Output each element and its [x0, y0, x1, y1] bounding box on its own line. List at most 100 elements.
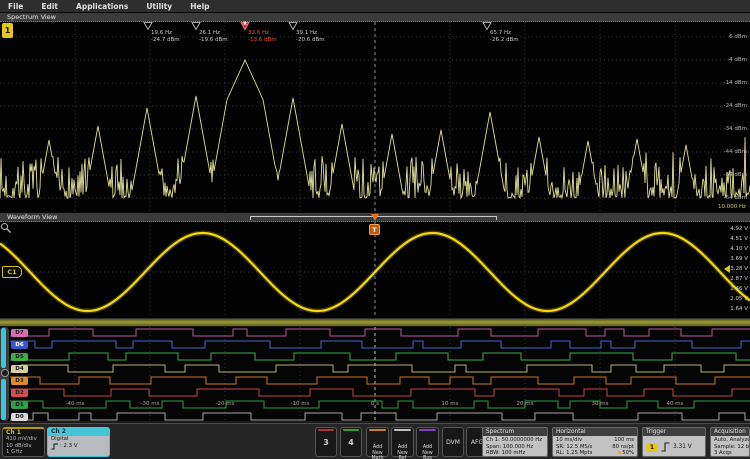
- time-axis-label: 30 ms: [585, 401, 615, 407]
- spectrum-marker-tag: R: [240, 22, 250, 27]
- ch1-bandwidth: 1 GHz: [6, 449, 41, 456]
- acquisition-sample-bits: Sample: 12 bits: [714, 444, 746, 451]
- spectrum-scale-label: 10.000 Hz: [718, 204, 746, 210]
- menu-edit[interactable]: Edit: [32, 2, 67, 11]
- menu-help[interactable]: Help: [181, 2, 218, 11]
- add-new-bus-label: Add New Bus: [422, 445, 432, 459]
- add-new-ref-button[interactable]: Add New Ref: [391, 427, 414, 457]
- waveform-y-axis-label: 3.69 V: [714, 256, 748, 262]
- trigger-panel-title: Trigger: [643, 428, 705, 436]
- horizontal-sample-rate: SR: 12.5 MS/s: [556, 444, 592, 451]
- menu-applications[interactable]: Applications: [67, 2, 137, 11]
- waveform-y-axis-label: 4.51 V: [714, 236, 748, 242]
- digital-plot[interactable]: D7D6D5D4D3D2D1D0-40 ms-30 ms-20 ms-10 ms…: [0, 327, 750, 421]
- threshold-icon: [51, 443, 59, 450]
- view-separator-bar[interactable]: [0, 318, 750, 327]
- waveform-y-axis-label: 2.05 V: [714, 296, 748, 302]
- time-axis-label: -20 ms: [210, 401, 240, 407]
- spectrum-y-axis-label: -44 dBm: [705, 149, 747, 155]
- waveform-plot[interactable]: T C1 4.92 V4.51 V4.10 V3.69 V3.28 V2.87 …: [0, 222, 750, 318]
- digital-channel-badge-d3[interactable]: D3: [11, 377, 28, 385]
- spectrum-y-axis-label: -14 dBm: [705, 80, 747, 86]
- spectrum-marker-1[interactable]: [191, 22, 201, 30]
- trigger-source-badge: 1: [646, 443, 658, 452]
- horizontal-panel-title: Horizontal: [553, 428, 637, 436]
- add-new-ref-label: Add New Ref: [397, 445, 407, 459]
- ch2-mode: Digital: [48, 436, 109, 443]
- ch1-spectrum-scale: 10 dB/div: [6, 443, 41, 450]
- digital-channel-badge-d6[interactable]: D6: [11, 341, 28, 349]
- acquisition-count: 3 Acqs: [714, 450, 746, 457]
- bus-color-stripe: [419, 429, 436, 431]
- spectrum-center-freq: Ch 1: 50.0000000 Hz: [486, 437, 544, 444]
- waveform-y-axis-label: 3.28 V: [714, 266, 748, 272]
- spectrum-settings-panel[interactable]: Spectrum Ch 1: 50.0000000 Hz Span: 100.0…: [482, 427, 548, 457]
- spectrum-channel-badge[interactable]: 1: [2, 23, 13, 38]
- ch2-threshold-value: : 2.3 V: [60, 443, 78, 450]
- spectrum-view-title: Spectrum View: [0, 13, 750, 22]
- acquisition-settings-panel[interactable]: Acquisition Auto, Analyze Sample: 12 bit…: [710, 427, 750, 457]
- dvm-button[interactable]: DVM: [442, 427, 464, 457]
- ch1-scale: 410 mV/div: [6, 436, 41, 443]
- digital-group-handle[interactable]: [1, 369, 9, 377]
- trigger-level-value: 3.31 V: [673, 444, 692, 450]
- digital-channel-badge-d5[interactable]: D5: [11, 353, 28, 361]
- digital-channel-badge-d0[interactable]: D0: [11, 413, 28, 421]
- horizontal-settings-panel[interactable]: Horizontal 10 ms/div 100 ms SR: 12.5 MS/…: [552, 427, 638, 457]
- spectrum-rbw: RBW: 100 mHz: [486, 450, 544, 457]
- waveform-trace-canvas: [0, 222, 750, 318]
- spectrum-marker-readout: 65.7 Hz -26.2 dBm: [490, 30, 519, 43]
- ch2-badge[interactable]: Ch 2 Digital : 2.3 V: [47, 427, 110, 457]
- horizontal-position: 50%: [622, 450, 634, 456]
- waveform-y-axis-label: 2.87 V: [714, 276, 748, 282]
- horizontal-position-icon: [618, 451, 621, 454]
- menu-utility[interactable]: Utility: [137, 2, 181, 11]
- time-axis-label: 40 ms: [660, 401, 690, 407]
- time-axis-label: -30 ms: [135, 401, 165, 407]
- spectrum-marker-readout: 39.1 Hz -20.6 dBm: [296, 30, 325, 43]
- waveform-y-axis-label: 1.64 V: [714, 306, 748, 312]
- digital-channel-badge-d4[interactable]: D4: [11, 365, 28, 373]
- digital-channel-badge-d1[interactable]: D1: [11, 401, 28, 409]
- ch3-color-stripe: [318, 429, 334, 431]
- digital-channel-badge-d7[interactable]: D7: [11, 329, 28, 337]
- trigger-t-marker[interactable]: T: [369, 224, 380, 235]
- spectrum-span: Span: 100.000 Hz: [486, 444, 544, 451]
- oscilloscope-screen: File Edit Applications Utility Help Spec…: [0, 0, 750, 459]
- spectrum-y-axis-label: -64 dBm: [705, 195, 747, 201]
- add-new-bus-button[interactable]: Add New Bus: [416, 427, 439, 457]
- ch3-button[interactable]: 3: [315, 427, 337, 457]
- add-new-math-button[interactable]: Add New Math: [366, 427, 389, 457]
- digital-group-bar-bottom: [1, 379, 6, 420]
- add-new-math-label: Add New Math: [372, 445, 384, 459]
- channel-c1-badge[interactable]: C1: [2, 266, 22, 278]
- ch4-button[interactable]: 4: [340, 427, 362, 457]
- digital-channel-badge-d2[interactable]: D2: [11, 389, 28, 397]
- trigger-position-icon[interactable]: [371, 214, 379, 221]
- ch1-badge[interactable]: Ch 1 410 mV/div 10 dB/div 1 GHz: [2, 427, 45, 457]
- spectrum-marker-4[interactable]: [482, 22, 492, 30]
- spectrum-y-axis-label: -24 dBm: [705, 103, 747, 109]
- horizontal-position-row: 50%: [618, 450, 634, 457]
- ch2-badge-title: Ch 2: [48, 428, 109, 436]
- time-axis-label: 0 s: [360, 401, 390, 407]
- ch4-color-stripe: [343, 429, 359, 431]
- acquisition-mode: Auto, Analyze: [714, 437, 746, 444]
- horizontal-record-length: RL: 1.25 Mpts: [556, 450, 592, 457]
- rising-edge-icon: [661, 442, 670, 452]
- menu-file[interactable]: File: [0, 2, 32, 11]
- time-axis-label: 10 ms: [435, 401, 465, 407]
- menu-bar: File Edit Applications Utility Help: [0, 0, 750, 13]
- spectrum-marker-readout: 26.1 Hz -19.6 dBm: [199, 30, 228, 43]
- waveform-y-axis-label: 2.46 V: [714, 286, 748, 292]
- spectrum-y-axis-label: 6 dBm: [705, 34, 747, 40]
- spectrum-plot[interactable]: 1 10.000 Hz 19.6 Hz -24.7 dBm26.1 Hz -19…: [0, 22, 750, 212]
- spectrum-y-axis-label: -54 dBm: [705, 172, 747, 178]
- zoom-grabber-icon[interactable]: [0, 222, 12, 234]
- digital-group-bar-top: [1, 328, 6, 368]
- horizontal-resolution: 80 ns/pt: [612, 444, 634, 451]
- trigger-settings-panel[interactable]: Trigger 1 3.31 V: [642, 427, 706, 457]
- spectrum-marker-3[interactable]: [288, 22, 298, 30]
- spectrum-marker-0[interactable]: [143, 22, 153, 30]
- spectrum-marker-readout: 32.6 Hz -13.6 dBm: [248, 30, 277, 43]
